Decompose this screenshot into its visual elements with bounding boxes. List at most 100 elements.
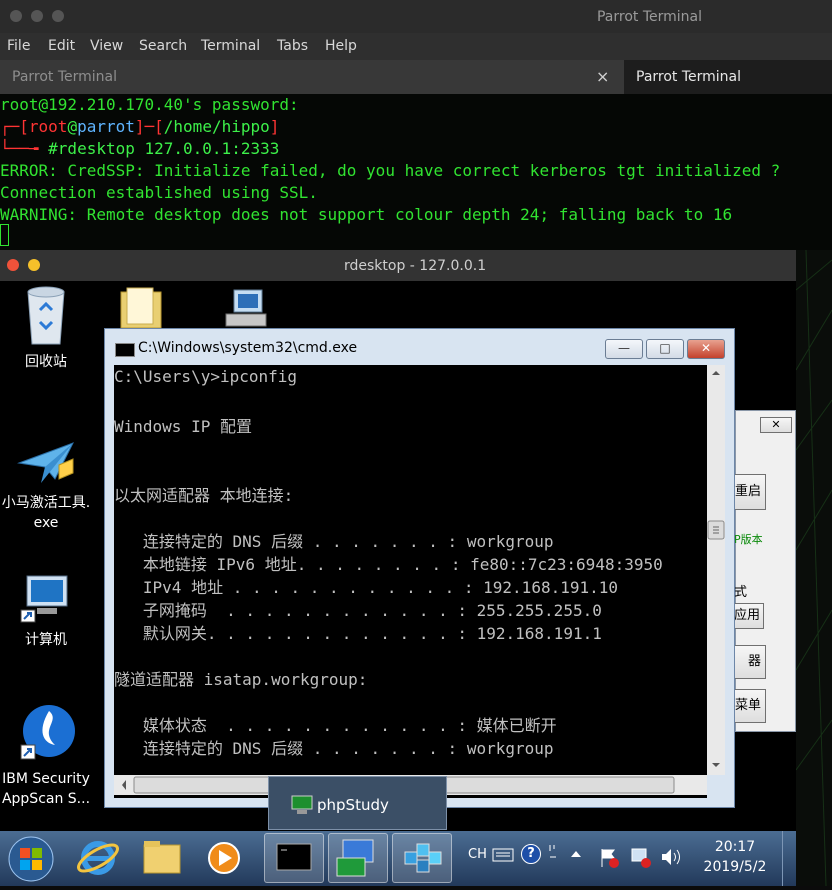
terminal-tabbar: Parrot Terminal × Parrot Terminal — [0, 60, 832, 94]
taskbar-explorer[interactable] — [136, 833, 188, 883]
taskbar-ie[interactable] — [72, 833, 124, 883]
prompt-at: @ — [67, 117, 78, 136]
console-line: 子网掩码 . . . . . . . . . . . . : 255.255.2… — [114, 601, 602, 620]
terminal-command-line: └──╼ #rdesktop 127.0.0.1:2333 — [0, 139, 279, 158]
console-line: Windows IP 配置 — [114, 417, 252, 436]
phpstudy-icon — [291, 795, 313, 814]
dialog-close-button[interactable]: ✕ — [760, 417, 792, 433]
security-flag-icon[interactable] — [598, 847, 620, 869]
clock-time: 20:17 — [714, 839, 756, 855]
taskbar: CH ? 20:17 2019/5/2 — [0, 831, 796, 886]
internet-explorer-icon — [77, 841, 119, 875]
menu-edit[interactable]: Edit — [48, 38, 75, 54]
volume-icon[interactable] — [660, 847, 682, 867]
restart-button[interactable]: 重启 — [732, 474, 766, 510]
recycle-bin-icon — [27, 286, 65, 345]
rdesktop-titlebar: rdesktop - 127.0.0.1 — [0, 250, 796, 281]
close-icon[interactable]: × — [596, 67, 609, 86]
network-tool-icon — [336, 839, 374, 877]
terminal-menubar: File Edit View Search Terminal Tabs Help — [0, 33, 832, 60]
menu-button[interactable]: 菜单 — [732, 689, 766, 723]
taskbar-cmd[interactable] — [264, 833, 324, 883]
folder-icon — [143, 841, 181, 874]
network-icon — [225, 289, 267, 327]
console-line: 默认网关. . . . . . . . . . . . . : 192.168.… — [114, 624, 602, 643]
desktop-icon-label: 小马激活工具. exe — [1, 495, 91, 531]
minimize-button[interactable]: — — [605, 339, 643, 359]
desktop-icon-label: 计算机 — [25, 632, 67, 648]
close-dot-icon[interactable] — [7, 259, 19, 271]
menu-terminal[interactable]: Terminal — [201, 38, 260, 54]
minimize-dot-icon[interactable] — [28, 259, 40, 271]
terminal-cursor — [0, 224, 9, 246]
menu-help[interactable]: Help — [325, 38, 357, 54]
apply-button[interactable]: 应用 — [732, 603, 764, 629]
desktop-icon-label: 回收站 — [25, 354, 67, 370]
phpstudy-popup[interactable]: phpStudy — [268, 776, 447, 830]
maximize-dot-icon[interactable] — [52, 10, 64, 22]
desktop-icon-computer[interactable]: 计算机 — [0, 574, 92, 650]
terminal-titlebar: Parrot Terminal — [0, 0, 832, 33]
background-dialog: ✕ 重启 P版本 式 应用 器 菜单 — [732, 410, 796, 732]
console-line: 媒体状态 . . . . . . . . . . . . : 媒体已断开 — [114, 716, 557, 735]
show-desktop-button[interactable] — [782, 831, 797, 886]
menu-file[interactable]: File — [7, 38, 30, 54]
terminal-output[interactable]: root@192.210.170.40's password: ┌─[root@… — [0, 94, 832, 250]
folder-icon — [120, 287, 162, 329]
close-dot-icon[interactable] — [10, 10, 22, 22]
console-line: 本地链接 IPv6 地址. . . . . . . . : fe80::7c23… — [114, 555, 663, 574]
group-label: P版本 — [734, 533, 763, 546]
menu-tabs[interactable]: Tabs — [277, 38, 308, 54]
keyboard-icon[interactable] — [492, 847, 514, 863]
tab-label: Parrot Terminal — [636, 69, 742, 85]
network-disconnected-icon[interactable] — [630, 847, 652, 869]
console-line: 隧道适配器 isatap.workgroup: — [114, 670, 368, 689]
language-indicator[interactable]: CH — [468, 847, 487, 862]
taskbar-registry-tool[interactable] — [392, 833, 452, 883]
cmd-window-title: C:\Windows\system32\cmd.exe — [138, 340, 358, 356]
desktop-icon-appscan[interactable]: IBM Security AppScan S... — [0, 701, 92, 809]
maximize-button[interactable]: □ — [646, 339, 684, 359]
terminal-prompt-line: ┌─[root@parrot]─[/home/hippo] — [0, 117, 279, 136]
cmd-console[interactable]: C:\Users\y>ipconfig Windows IP 配置 以太网适配器… — [114, 365, 707, 798]
pen-icon[interactable] — [546, 843, 562, 863]
menu-search[interactable]: Search — [139, 38, 187, 54]
clock-date: 2019/5/2 — [703, 859, 767, 875]
prompt-user: root — [28, 117, 68, 136]
registry-tool-icon — [404, 843, 442, 873]
console-line: 连接特定的 DNS 后缀 . . . . . . . : workgroup — [114, 532, 554, 551]
rdesktop-window-title: rdesktop - 127.0.0.1 — [344, 258, 487, 274]
terminal-window-title: Parrot Terminal — [596, 9, 702, 25]
desktop-icon-recycle-bin[interactable]: 回收站 — [0, 286, 92, 372]
tab-parrot-terminal-2[interactable]: Parrot Terminal — [624, 60, 832, 94]
taskbar-media-player[interactable] — [198, 833, 250, 883]
dialog-text: 式 — [734, 585, 748, 600]
cmd-window: C:\Windows\system32\cmd.exe — □ ✕ C:\Use… — [104, 328, 735, 808]
help-icon[interactable]: ? — [521, 844, 541, 864]
desktop-icon-activator[interactable]: 小马激活工具. exe — [0, 439, 92, 533]
prompt-bracket: [ — [19, 117, 29, 136]
phpstudy-label: phpStudy — [317, 796, 389, 814]
prompt-corner: ┌─ — [0, 117, 20, 136]
menu-view[interactable]: View — [90, 38, 123, 54]
terminal-line-warning: WARNING: Remote desktop does not support… — [0, 205, 733, 224]
tab-parrot-terminal-1[interactable]: Parrot Terminal × — [0, 60, 624, 94]
taskbar-network-tool[interactable] — [328, 833, 388, 883]
clock[interactable]: 20:17 2019/5/2 — [697, 837, 773, 877]
console-line: C:\Users\y>ipconfig — [114, 367, 298, 386]
tab-label: Parrot Terminal — [12, 69, 118, 85]
terminal-line-connection: Connection established using SSL. — [0, 183, 318, 202]
media-player-icon — [208, 842, 240, 874]
minimize-dot-icon[interactable] — [31, 10, 43, 22]
start-button-icon[interactable] — [6, 834, 56, 884]
prompt-host: parrot — [77, 117, 135, 136]
terminal-background — [795, 249, 832, 887]
terminal-line-password: root@192.210.170.40's password: — [0, 95, 299, 114]
console-line: IPv4 地址 . . . . . . . . . . . . : 192.16… — [114, 578, 619, 597]
chevron-up-icon[interactable] — [570, 849, 582, 859]
close-button[interactable]: ✕ — [687, 339, 725, 359]
vertical-scrollbar[interactable] — [707, 365, 725, 775]
dialog-button-qi[interactable]: 器 — [732, 645, 766, 679]
mesh-pattern-icon — [795, 249, 832, 887]
cmd-app-icon — [115, 343, 135, 357]
